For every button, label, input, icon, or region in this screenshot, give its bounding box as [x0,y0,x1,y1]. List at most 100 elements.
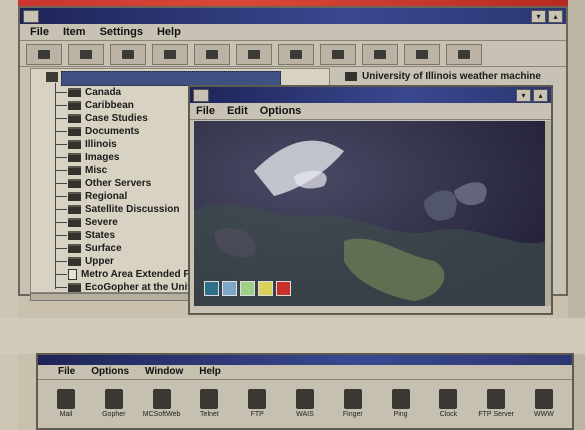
image-title-bar[interactable]: ▾ ▴ [190,87,551,103]
folder-icon [68,101,81,110]
toolbar-stop-button[interactable] [320,44,356,65]
menu-file[interactable]: File [30,24,49,40]
toolbar-bookmark-button[interactable] [236,44,272,65]
tree-item-label: States [85,230,116,241]
menu-item[interactable]: Item [63,24,86,40]
folder-icon [68,179,81,188]
legend-swatch-4 [258,281,273,296]
tree-connector [55,222,67,223]
home-icon [374,50,386,59]
tree-item-label: Misc [85,165,108,176]
main-title-bar[interactable]: ▾ ▴ [20,8,566,24]
image-menu-file[interactable]: File [196,103,215,119]
folder-icon [68,166,81,175]
desktop-left-edge [0,0,18,430]
launcher-app-button[interactable]: FTP [237,389,277,418]
tree-connector [55,261,67,262]
app-icon [534,389,553,409]
launcher-app-icons: Mail Gopher MCSoftWeb Telnet FTP WAIS Finger Pi… [46,389,564,418]
launcher-menu-window[interactable]: Window [145,365,183,379]
toolbar-home-button[interactable] [362,44,398,65]
folder-icon [68,231,81,240]
launcher-title-bar[interactable] [38,355,572,365]
tree-item-label: Illinois [85,139,117,150]
launcher-app-button[interactable]: MCSoftWeb [142,389,182,418]
launcher-app-button[interactable]: FTP Server [476,389,516,418]
tree-item-label: Surface [85,243,122,254]
toolbar-options-button[interactable] [404,44,440,65]
toolbar-print-button[interactable] [110,44,146,65]
folder-icon [68,88,81,97]
toolbar-open-button[interactable] [68,44,104,65]
maximize-icon[interactable]: ▴ [533,89,548,102]
search-icon [206,50,218,59]
tree-item-label: Images [85,152,120,163]
toolbar-search-button[interactable] [194,44,230,65]
legend-swatch-3 [240,281,255,296]
folder-icon [68,140,81,149]
minimize-icon[interactable]: ▾ [516,89,531,102]
app-icon [487,389,506,409]
app-icon [295,389,314,409]
launcher-app-button[interactable]: Clock [428,389,468,418]
maximize-icon[interactable]: ▴ [548,10,563,23]
app-label: WWW [534,411,554,418]
launcher-app-button[interactable]: Telnet [189,389,229,418]
app-icon [57,389,75,409]
document-icon [68,269,77,280]
tree-item-label: Case Studies [85,113,148,124]
app-label: WAIS [296,411,314,418]
print-icon [122,50,134,59]
launcher-app-button[interactable]: Gopher [94,389,134,418]
launcher-app-button[interactable]: Mail [46,389,86,418]
app-icon [104,389,123,409]
tree-item-label: Metro Area Extended F... [81,269,197,280]
image-menu-options[interactable]: Options [260,103,302,119]
system-menu-icon[interactable] [193,89,209,102]
main-menu-bar: File Item Settings Help [20,24,566,41]
tree-item-label: Canada [85,87,122,98]
launcher-app-button[interactable]: WWW [524,389,564,418]
open-icon [80,50,92,59]
launcher-menu-file[interactable]: File [58,365,75,379]
app-label: FTP [250,411,264,418]
app-label: MCSoftWeb [142,411,181,418]
tree-item-label: Upper [85,256,114,267]
tree-root-selected[interactable] [61,71,281,86]
image-menu-edit[interactable]: Edit [227,103,248,119]
color-legend [204,281,291,296]
launcher-menu-bar: File Options Window Help [38,365,572,380]
tree-connector [55,92,67,93]
tree-connector [55,157,67,158]
save-icon [164,50,176,59]
menu-settings[interactable]: Settings [100,24,143,40]
satellite-image [194,121,546,306]
tree-connector [55,170,67,171]
launcher-menu-options[interactable]: Options [91,365,129,379]
bookmark-icon [248,50,260,59]
tree-connector [55,105,67,106]
tree-connector [55,287,67,288]
folder-icon [68,114,81,123]
folder-icon [68,153,81,162]
tree-item-label: Documents [85,126,140,137]
launcher-app-button[interactable]: Finger [333,389,373,418]
toolbar-info-button[interactable] [278,44,314,65]
app-icon [343,389,362,409]
tree-connector [55,118,67,119]
launcher-app-button[interactable]: Ping [381,389,421,418]
minimize-icon[interactable]: ▾ [531,10,546,23]
app-label: FTP Server [478,411,514,418]
image-vertical-scrollbar[interactable] [545,121,551,306]
launcher-app-button[interactable]: WAIS [285,389,325,418]
tree-connector [55,183,67,184]
menu-help[interactable]: Help [157,24,181,40]
toolbar-exit-button[interactable] [446,44,482,65]
toolbar-save-button[interactable] [152,44,188,65]
info-icon [290,50,302,59]
launcher-menu-help[interactable]: Help [199,365,221,379]
toolbar-back-button[interactable] [26,44,62,65]
system-menu-icon[interactable] [23,10,39,23]
tree-connector [55,144,67,145]
right-panel-entry[interactable]: University of Illinois weather machine [345,71,541,82]
